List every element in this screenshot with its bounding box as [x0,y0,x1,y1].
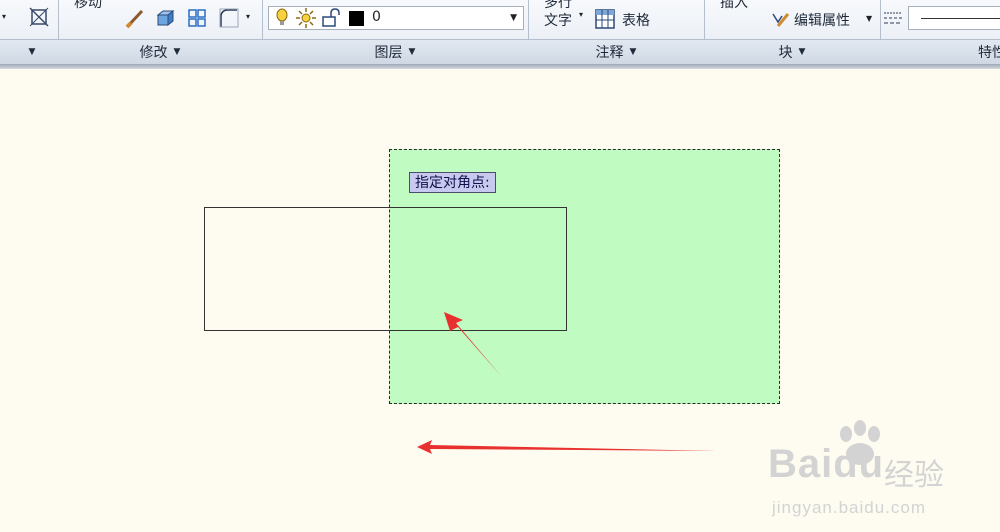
baidu-jingyan-watermark: Baidu 经验 jingyan.baidu.com [762,420,992,530]
watermark-brand: Baidu [768,442,885,486]
red-arrow-horizontal-icon [417,440,717,454]
watermark-cn: 经验 [884,458,944,493]
red-arrow-diagonal-icon [444,312,502,377]
watermark-url: jingyan.baidu.com [772,498,927,517]
